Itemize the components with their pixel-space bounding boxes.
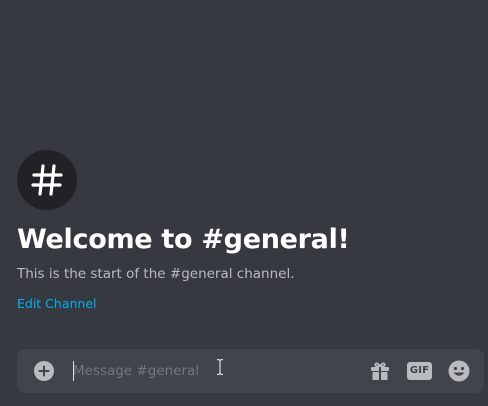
plus-circle-icon — [34, 361, 54, 381]
message-composer: GIF — [17, 349, 484, 393]
edit-channel-link[interactable]: Edit Channel — [17, 296, 97, 312]
gif-button[interactable]: GIF — [407, 362, 432, 380]
smiley-icon — [448, 360, 470, 382]
gift-button[interactable] — [368, 359, 392, 383]
hash-icon — [31, 164, 63, 196]
channel-avatar — [17, 150, 77, 210]
attach-button[interactable] — [32, 359, 56, 383]
emoji-button[interactable] — [447, 359, 471, 383]
welcome-subtitle: This is the start of the #general channe… — [17, 266, 295, 282]
text-cursor-icon — [216, 358, 224, 376]
message-input[interactable] — [73, 361, 353, 381]
text-caret — [73, 361, 74, 381]
gift-icon — [371, 362, 389, 380]
welcome-title: Welcome to #general! — [17, 224, 350, 255]
chat-area: Welcome to #general! This is the start o… — [0, 0, 488, 406]
channel-welcome: Welcome to #general! This is the start o… — [17, 150, 477, 312]
